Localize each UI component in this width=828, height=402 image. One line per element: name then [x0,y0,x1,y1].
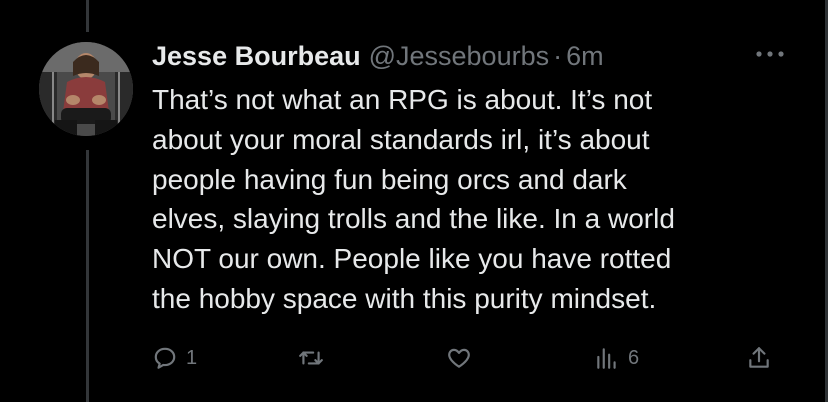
more-options-button[interactable] [752,42,788,66]
tweet-text-line: elves, slaying trolls and the like. In a… [152,203,675,235]
avatar[interactable] [39,42,133,136]
views-icon [597,348,616,369]
views-button[interactable]: 6 [594,340,639,376]
share-button[interactable] [746,340,772,376]
display-name[interactable]: Jesse Bourbeau [152,38,361,74]
thread-connector-bottom [86,150,89,402]
retweet-icon [299,351,323,365]
user-handle[interactable]: @Jessebourbs [369,38,550,74]
tweet-actions: 1 6 [150,340,790,376]
tweet-text: That’s not what an RPG is about. It’s no… [152,80,792,319]
tweet-text-line: That’s not what an RPG is about. It’s no… [152,84,653,115]
tweet-text-line: about your moral standards irl, it’s abo… [152,123,650,155]
thread-connector-top [86,0,89,32]
reply-button[interactable]: 1 [152,340,197,376]
tweet-text-line: NOT our own. People like you have rotted [152,243,672,275]
share-icon [749,347,769,368]
ellipsis-icon [756,51,784,57]
like-button[interactable] [446,340,480,376]
tweet-header: Jesse Bourbeau @Jessebourbs · 6m [152,38,604,74]
retweet-button[interactable] [298,340,332,376]
avatar-photo [39,42,133,136]
reply-count: 1 [186,346,198,369]
reply-icon [154,347,176,369]
heart-icon [448,348,470,368]
views-count: 6 [628,346,640,369]
separator-dot: · [553,41,563,71]
tweet-text-line: people having fun being orcs and dark [152,163,627,195]
timestamp[interactable]: 6m [566,38,604,74]
tweet-text-line: the hobby space with this purity mindset… [152,282,657,314]
